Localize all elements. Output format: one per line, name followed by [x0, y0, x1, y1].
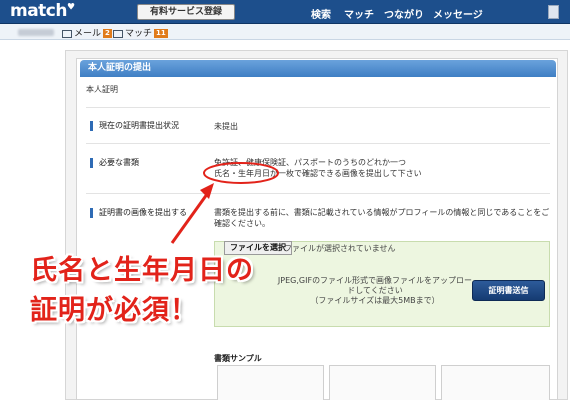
annotation-line1: 氏名と生年月日の [30, 255, 254, 286]
highlight-circle [203, 162, 279, 184]
annotation-overlay [170, 162, 279, 244]
annotation-line2: 証明が必須！ [30, 295, 198, 326]
annotation-arrow [170, 189, 212, 244]
arrow-head [200, 183, 214, 199]
